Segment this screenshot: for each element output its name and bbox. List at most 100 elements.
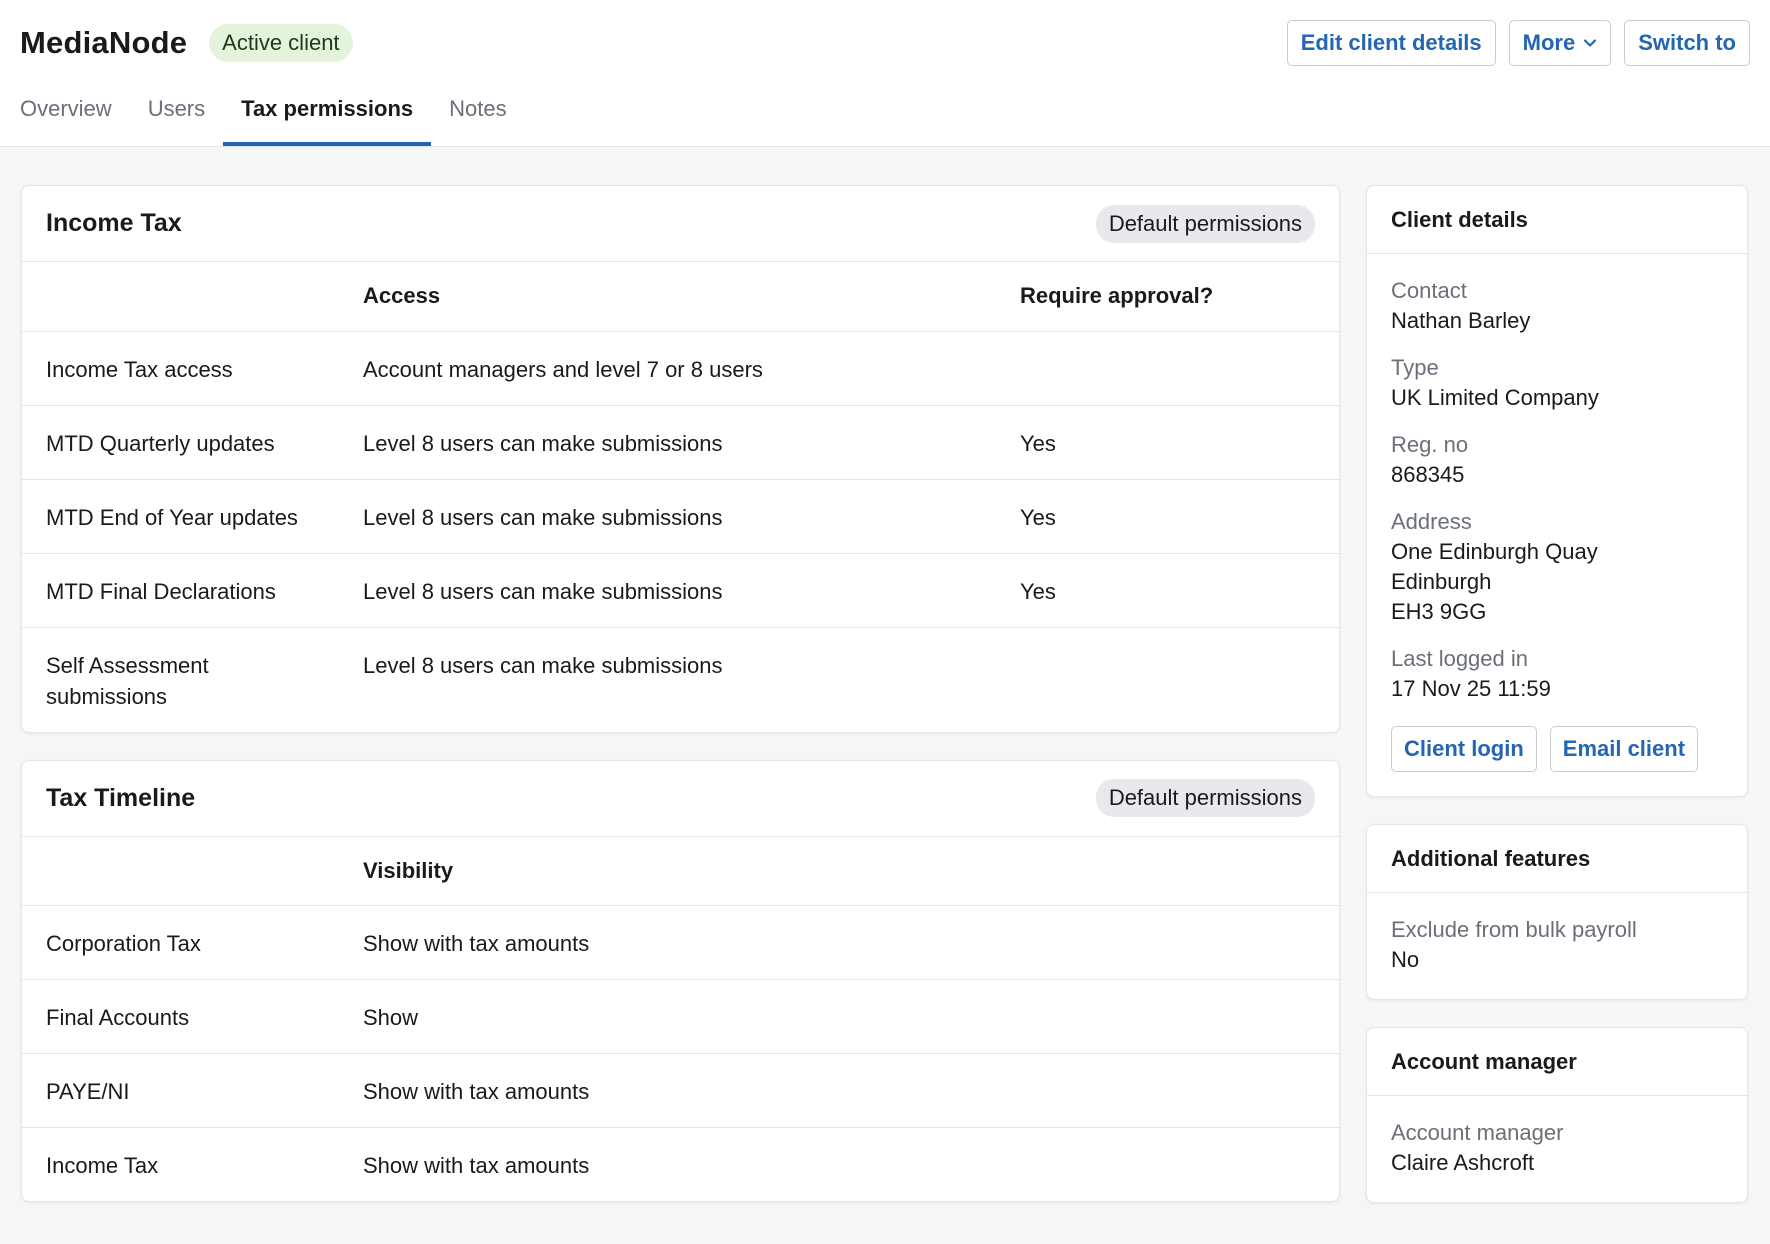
tax-timeline-header: Tax Timeline Default permissions bbox=[22, 761, 1339, 837]
row-visibility: Show with tax amounts bbox=[363, 931, 590, 956]
row-label: Self Assessment submissions bbox=[46, 652, 209, 709]
table-row: Corporation Tax Show with tax amounts bbox=[22, 906, 1339, 980]
address-line-1: One Edinburgh Quay bbox=[1391, 539, 1598, 564]
more-label: More bbox=[1522, 30, 1576, 55]
row-access: Level 8 users can make submissions bbox=[363, 430, 723, 456]
tax-timeline-table: Visibility Corporation Tax Show with tax… bbox=[22, 837, 1339, 1202]
income-tax-header: Income Tax Default permissions bbox=[22, 186, 1339, 262]
page-title: MediaNode bbox=[20, 25, 188, 60]
row-approval: Yes bbox=[1020, 578, 1056, 604]
tab-overview[interactable]: Overview bbox=[20, 96, 130, 146]
account-manager-title: Account manager bbox=[1367, 1028, 1747, 1096]
content-area: Income Tax Default permissions Access Re… bbox=[21, 185, 1749, 1203]
table-header-row: Visibility bbox=[22, 837, 1339, 906]
table-row: Self Assessment submissions Level 8 user… bbox=[22, 627, 1339, 732]
type-value: UK Limited Company bbox=[1391, 385, 1599, 410]
edit-client-details-label: Edit client details bbox=[1300, 30, 1482, 55]
switch-to-button[interactable]: Switch to bbox=[1624, 20, 1750, 66]
income-tax-title: Income Tax bbox=[46, 209, 182, 237]
last-logged-in-value: 17 Nov 25 11:59 bbox=[1391, 676, 1551, 701]
tab-tax-permissions-label: Tax permissions bbox=[241, 96, 414, 121]
type-field: Type UK Limited Company bbox=[1391, 353, 1723, 413]
address-line-3: EH3 9GG bbox=[1391, 599, 1487, 624]
side-column: Client details Contact Nathan Barley Typ… bbox=[1366, 185, 1748, 1203]
account-manager-value: Claire Ashcroft bbox=[1391, 1150, 1535, 1175]
client-actions: Client login Email client bbox=[1391, 726, 1723, 772]
account-manager-field: Account manager Claire Ashcroft bbox=[1391, 1118, 1723, 1178]
table-row: Income Tax access Account managers and l… bbox=[22, 331, 1339, 405]
title-row: MediaNode Active client Edit client deta… bbox=[20, 20, 1750, 66]
client-details-title: Client details bbox=[1367, 186, 1747, 254]
row-label: Income Tax access bbox=[46, 356, 233, 382]
contact-field: Contact Nathan Barley bbox=[1391, 276, 1723, 336]
status-badge: Active client bbox=[209, 24, 353, 62]
table-header-row: Access Require approval? bbox=[22, 262, 1339, 331]
contact-label: Contact bbox=[1391, 278, 1467, 303]
address-field: Address One Edinburgh Quay Edinburgh EH3… bbox=[1391, 507, 1723, 627]
tab-overview-label: Overview bbox=[20, 96, 112, 121]
reg-no-value: 868345 bbox=[1391, 462, 1465, 487]
account-manager-body: Account manager Claire Ashcroft bbox=[1367, 1096, 1747, 1202]
row-approval bbox=[996, 331, 1339, 405]
header-actions: Edit client details More Switch to bbox=[1286, 20, 1750, 66]
row-label: MTD Final Declarations bbox=[46, 578, 276, 604]
email-client-button[interactable]: Email client bbox=[1549, 726, 1699, 772]
row-approval: Yes bbox=[1020, 504, 1056, 530]
row-access: Level 8 users can make submissions bbox=[363, 578, 723, 604]
account-manager-label: Account manager bbox=[1391, 1120, 1564, 1145]
column-header-name bbox=[22, 262, 339, 331]
last-logged-in-label: Last logged in bbox=[1391, 646, 1528, 671]
tab-tax-permissions[interactable]: Tax permissions bbox=[223, 96, 432, 146]
client-details-card: Client details Contact Nathan Barley Typ… bbox=[1366, 185, 1748, 797]
client-details-body: Contact Nathan Barley Type UK Limited Co… bbox=[1367, 254, 1747, 796]
tab-notes[interactable]: Notes bbox=[431, 96, 524, 146]
additional-features-card: Additional features Exclude from bulk pa… bbox=[1366, 824, 1748, 1000]
main-column: Income Tax Default permissions Access Re… bbox=[21, 185, 1340, 1203]
table-row: Income Tax Show with tax amounts bbox=[22, 1128, 1339, 1202]
row-label: PAYE/NI bbox=[46, 1079, 130, 1104]
reg-no-label: Reg. no bbox=[1391, 432, 1469, 457]
row-approval: Yes bbox=[1020, 430, 1056, 456]
tab-bar: Overview Users Tax permissions Notes bbox=[20, 96, 525, 146]
top-bar: MediaNode Active client Edit client deta… bbox=[0, 0, 1770, 147]
row-label: Corporation Tax bbox=[46, 931, 201, 956]
tax-timeline-card: Tax Timeline Default permissions Visibil… bbox=[21, 759, 1340, 1202]
row-access: Account managers and level 7 or 8 users bbox=[363, 356, 763, 382]
chevron-down-icon bbox=[1584, 39, 1597, 47]
additional-features-body: Exclude from bulk payroll No bbox=[1367, 893, 1747, 999]
table-row: MTD Final Declarations Level 8 users can… bbox=[22, 553, 1339, 627]
tab-users[interactable]: Users bbox=[130, 96, 223, 146]
row-access: Level 8 users can make submissions bbox=[363, 504, 723, 530]
bulk-payroll-label: Exclude from bulk payroll bbox=[1391, 917, 1637, 942]
row-label: Final Accounts bbox=[46, 1005, 190, 1030]
switch-to-label: Switch to bbox=[1638, 30, 1736, 55]
edit-client-details-button[interactable]: Edit client details bbox=[1286, 20, 1496, 66]
income-tax-table: Access Require approval? Income Tax acce… bbox=[22, 262, 1339, 732]
table-row: PAYE/NI Show with tax amounts bbox=[22, 1054, 1339, 1128]
more-dropdown-button[interactable]: More bbox=[1508, 20, 1612, 66]
account-manager-card: Account manager Account manager Claire A… bbox=[1366, 1027, 1748, 1203]
income-tax-card: Income Tax Default permissions Access Re… bbox=[21, 185, 1340, 733]
tab-notes-label: Notes bbox=[449, 96, 507, 121]
table-row: MTD End of Year updates Level 8 users ca… bbox=[22, 479, 1339, 553]
contact-value: Nathan Barley bbox=[1391, 308, 1531, 333]
tab-users-label: Users bbox=[147, 96, 206, 121]
address-label: Address bbox=[1391, 509, 1472, 534]
bulk-payroll-value: No bbox=[1391, 947, 1420, 972]
row-label: MTD Quarterly updates bbox=[46, 430, 275, 456]
row-approval bbox=[996, 627, 1339, 732]
row-label: MTD End of Year updates bbox=[46, 504, 298, 530]
type-label: Type bbox=[1391, 355, 1439, 380]
tax-timeline-title: Tax Timeline bbox=[46, 783, 196, 812]
reg-no-field: Reg. no 868345 bbox=[1391, 430, 1723, 490]
address-line-2: Edinburgh bbox=[1391, 569, 1492, 594]
row-access: Level 8 users can make submissions bbox=[363, 652, 723, 678]
column-header-access: Access bbox=[363, 283, 441, 309]
last-logged-in-field: Last logged in 17 Nov 25 11:59 bbox=[1391, 644, 1723, 704]
column-header-name bbox=[22, 837, 339, 906]
client-login-button[interactable]: Client login bbox=[1391, 726, 1537, 772]
table-row: Final Accounts Show bbox=[22, 980, 1339, 1054]
row-visibility: Show bbox=[363, 1005, 419, 1030]
income-tax-permissions-badge: Default permissions bbox=[1095, 204, 1315, 243]
row-visibility: Show with tax amounts bbox=[363, 1079, 590, 1104]
